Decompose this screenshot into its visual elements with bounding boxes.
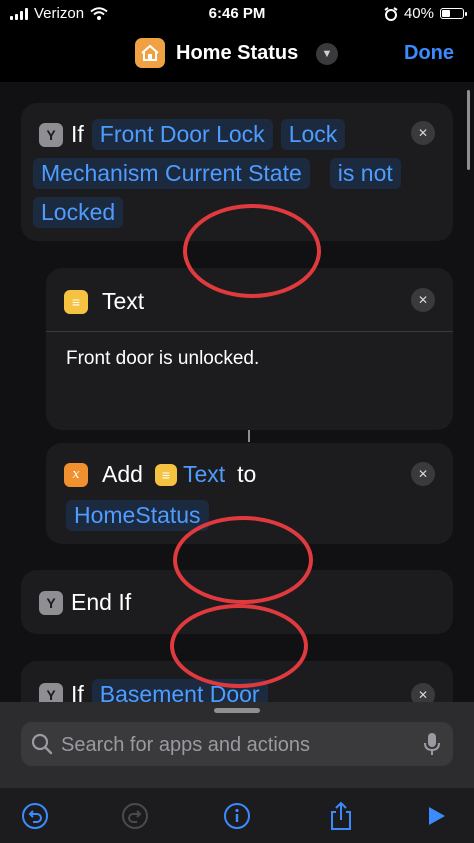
value-token[interactable]: Locked <box>33 197 124 228</box>
close-icon[interactable]: ✕ <box>411 683 435 702</box>
divider <box>46 331 453 332</box>
info-button[interactable] <box>219 798 255 834</box>
done-button[interactable]: Done <box>404 42 454 65</box>
condition-icon: Y <box>39 682 63 702</box>
characteristic-token[interactable]: Lock <box>280 119 346 150</box>
close-icon[interactable]: ✕ <box>411 462 435 486</box>
shortcut-editor: Y If Front Door Lock Lock Mechanism Curr… <box>0 82 474 702</box>
end-if-keyword: End If <box>71 589 132 615</box>
chevron-down-icon[interactable]: ▼ <box>316 43 338 65</box>
device-token[interactable]: Front Door Lock <box>91 119 273 150</box>
nav-bar: Home Status ▼ Done <box>0 30 474 78</box>
microphone-icon[interactable] <box>423 732 441 756</box>
add-keyword: Add <box>102 461 143 487</box>
shortcut-title[interactable]: Home Status <box>176 42 298 65</box>
play-icon <box>429 807 445 825</box>
redo-icon <box>122 803 148 829</box>
action-search-panel <box>0 702 474 843</box>
share-button[interactable] <box>323 798 359 834</box>
redo-button[interactable] <box>117 798 153 834</box>
share-icon <box>331 801 351 830</box>
editor-toolbar <box>0 788 474 843</box>
close-icon[interactable]: ✕ <box>411 288 435 312</box>
status-bar: Verizon 6:46 PM 40% <box>0 0 474 28</box>
search-input[interactable] <box>59 722 433 768</box>
annotation-circle <box>170 604 308 688</box>
drag-handle[interactable] <box>214 708 260 713</box>
if-keyword: If <box>71 121 84 147</box>
scrollbar[interactable] <box>467 90 470 170</box>
characteristic-token[interactable]: Mechanism Current State <box>33 158 310 189</box>
annotation-circle <box>183 204 321 298</box>
alarm-icon <box>384 6 398 21</box>
if-keyword: If <box>71 681 84 702</box>
variable-token[interactable]: HomeStatus <box>66 500 209 531</box>
home-icon[interactable] <box>135 38 165 68</box>
text-action-title: Text <box>102 288 145 314</box>
undo-button[interactable] <box>17 798 53 834</box>
undo-icon <box>22 803 48 829</box>
annotation-circle <box>173 516 313 604</box>
battery-percent: 40% <box>403 5 434 22</box>
battery-icon <box>440 8 467 19</box>
to-keyword: to <box>237 461 257 487</box>
text-icon: ≡ <box>154 463 177 486</box>
search-bar[interactable] <box>21 722 453 768</box>
text-icon: ≡ <box>64 289 88 314</box>
info-icon <box>224 803 250 829</box>
search-icon <box>31 733 53 755</box>
text-variable-token[interactable]: ≡ Text <box>151 459 229 490</box>
condition-token[interactable]: is not <box>329 158 401 189</box>
run-button[interactable] <box>418 798 454 834</box>
close-icon[interactable]: ✕ <box>411 121 435 145</box>
variable-icon: x <box>64 462 88 487</box>
text-body-field[interactable]: Front door is unlocked. <box>66 348 259 370</box>
condition-icon: Y <box>39 590 63 615</box>
flow-connector <box>248 430 250 442</box>
condition-icon: Y <box>39 122 63 147</box>
